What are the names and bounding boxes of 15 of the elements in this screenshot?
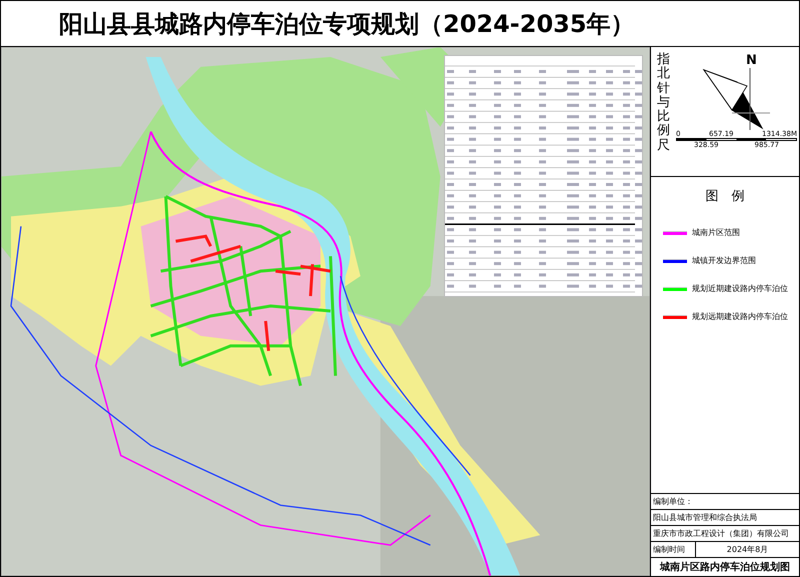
time-value: 2024年8月 [726, 544, 770, 556]
unit-name: 重庆市市政工程设计（集团）有限公司 [651, 526, 799, 542]
legend-label: 规划近期建设路内停车泊位 [692, 283, 788, 294]
time-label: 编制时间 [651, 542, 696, 557]
map-title: 阳山县县城路内停车泊位专项规划（2024-2035年） [59, 8, 635, 40]
drawing-name: 城南片区路内停车泊位规划图 [658, 560, 791, 575]
unit-label: 编制单位： [651, 494, 799, 510]
legend-label: 规划远期建设路内停车泊位 [692, 311, 788, 322]
legend-label: 城南片区范围 [692, 227, 740, 238]
north-label: N [746, 53, 757, 68]
legend-title: 图 例 [704, 188, 746, 205]
compass-scale-title: 指北针与比例尺 [657, 53, 670, 155]
unit-name: 阳山县城市管理和综合执法局 [651, 510, 799, 526]
legend-label: 城镇开发边界范围 [692, 255, 756, 266]
north-arrow-icon [702, 68, 772, 130]
